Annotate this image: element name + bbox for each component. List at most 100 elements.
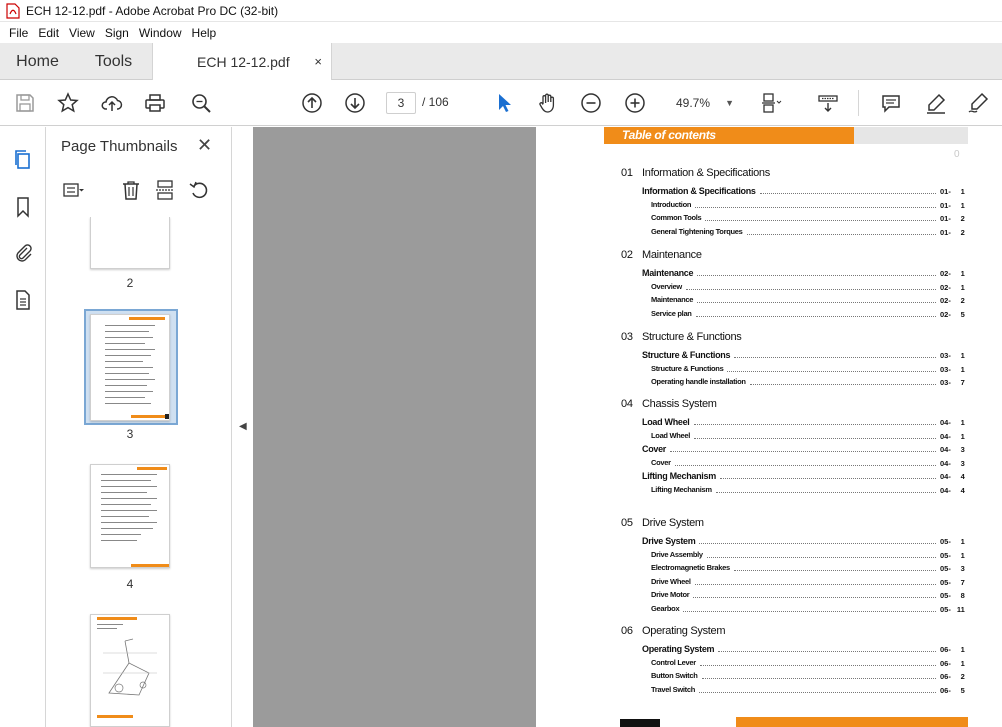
page-thumbnails-icon[interactable] <box>10 147 36 173</box>
rotate-page-icon[interactable] <box>186 177 212 203</box>
highlight-pen-icon[interactable] <box>923 90 949 116</box>
page-display-icon[interactable] <box>758 90 784 116</box>
zoom-level-select[interactable]: 49.7% ▼ <box>664 92 742 114</box>
extract-pages-icon[interactable] <box>152 177 178 203</box>
toc-entry[interactable]: Operating System <box>642 644 715 654</box>
toc-section-number: 02 <box>621 249 633 261</box>
toc-page-chapter: 01- <box>940 187 951 196</box>
menu-edit[interactable]: Edit <box>33 26 64 40</box>
toc-subentry[interactable]: Drive Wheel <box>651 577 691 586</box>
attachment-icon[interactable] <box>10 239 36 265</box>
menu-sign[interactable]: Sign <box>100 26 134 40</box>
close-tab-icon[interactable]: × <box>314 54 322 69</box>
cloud-upload-icon[interactable] <box>99 90 125 116</box>
toc-entry[interactable]: Lifting Mechanism <box>642 471 716 481</box>
toc-leader-dots <box>694 433 936 439</box>
toc-subentry[interactable]: Load Wheel <box>651 431 690 440</box>
tab-tools[interactable]: Tools <box>75 43 152 80</box>
document-viewport[interactable]: Table of contents 0 01 Information & Spec… <box>253 127 1002 727</box>
search-zoom-icon[interactable] <box>188 90 214 116</box>
toc-section-heading[interactable]: 01 Information & Specifications <box>621 167 770 179</box>
close-panel-icon[interactable]: ✕ <box>197 135 212 156</box>
select-cursor-icon[interactable] <box>491 90 517 116</box>
toc-section-heading[interactable]: 06 Operating System <box>621 625 726 637</box>
toc-subentry[interactable]: Maintenance <box>651 295 693 304</box>
toc-subentry[interactable]: Service plan <box>651 309 692 318</box>
toc-page-number: 03- 1 <box>940 351 965 360</box>
comment-icon[interactable] <box>878 90 904 116</box>
collapse-left-arrow-icon[interactable]: ◀ <box>239 421 247 432</box>
toc-entry[interactable]: Maintenance <box>642 268 694 278</box>
toc-subentry[interactable]: Drive Motor <box>651 590 690 599</box>
delete-page-icon[interactable] <box>118 177 144 203</box>
toc-subentry[interactable]: General Tightening Torques <box>651 227 743 236</box>
zoom-in-icon[interactable] <box>622 90 648 116</box>
toc-entry[interactable]: Load Wheel <box>642 417 690 427</box>
toc-entry[interactable]: Drive System <box>642 536 696 546</box>
panel-tools <box>60 177 220 203</box>
next-page-icon[interactable] <box>342 90 368 116</box>
toc-leader-dots <box>694 579 936 585</box>
thumbnail-page-4[interactable] <box>90 464 170 568</box>
toolbar: 3 / 106 49.7% ▼ <box>0 80 1002 126</box>
zoom-out-icon[interactable] <box>578 90 604 116</box>
hand-tool-icon[interactable] <box>535 90 561 116</box>
toc-section-heading[interactable]: 04 Chassis System <box>621 398 717 410</box>
toc-page-chapter: 06- <box>940 645 951 654</box>
menu-view[interactable]: View <box>64 26 100 40</box>
toc-page-number: 04- 3 <box>940 459 965 468</box>
toc-subentry[interactable]: Introduction <box>651 200 691 209</box>
toc-page-number: 04- 1 <box>940 432 965 441</box>
toc-page-sub: 4 <box>960 486 965 495</box>
thumbnail-options-icon[interactable] <box>60 177 86 203</box>
toc-page-number: 01- 1 <box>940 201 965 210</box>
thumbnail-page-2[interactable] <box>90 217 170 269</box>
page-number-input[interactable]: 3 <box>386 92 416 114</box>
toc-page-number: 02- 1 <box>940 283 965 292</box>
toc-leader-dots <box>706 552 936 558</box>
toc-subentry[interactable]: Travel Switch <box>651 685 695 694</box>
toc-subentry[interactable]: Cover <box>651 458 671 467</box>
toc-subentry[interactable]: Electromagnetic Brakes <box>651 563 730 572</box>
toc-subentry[interactable]: Overview <box>651 282 682 291</box>
toc-subentry[interactable]: Button Switch <box>651 671 698 680</box>
sign-pen-icon[interactable] <box>965 90 991 116</box>
thumbnail-page-3[interactable] <box>90 314 170 421</box>
toc-page-chapter: 04- <box>940 486 951 495</box>
menu-window[interactable]: Window <box>134 26 187 40</box>
toc-page-number: 04- 4 <box>940 486 965 495</box>
toc-page-chapter: 05- <box>940 564 951 574</box>
previous-page-icon[interactable] <box>299 90 325 116</box>
toc-subentry[interactable]: Gearbox <box>651 604 680 613</box>
save-icon[interactable] <box>12 90 38 116</box>
star-icon[interactable] <box>55 90 81 116</box>
toc-entry[interactable]: Structure & Functions <box>642 350 731 360</box>
toc-subentry[interactable]: Lifting Mechanism <box>651 485 712 494</box>
document-layers-icon[interactable] <box>10 287 36 313</box>
toc-subentry[interactable]: Control Lever <box>651 658 696 667</box>
toc-section-number: 03 <box>621 331 633 343</box>
toc-subentry[interactable]: Structure & Functions <box>651 364 724 373</box>
read-mode-icon[interactable] <box>815 90 841 116</box>
toc-section-heading[interactable]: 05 Drive System <box>621 517 704 529</box>
thumbnail-page-5[interactable] <box>90 614 170 727</box>
print-icon[interactable] <box>142 90 168 116</box>
collapse-panel-handle[interactable]: ◀ <box>231 127 253 727</box>
tab-document[interactable]: ECH 12-12.pdf × <box>152 43 332 81</box>
toc-page-chapter: 02- <box>940 309 951 319</box>
title-bar: ECH 12-12.pdf - Adobe Acrobat Pro DC (32… <box>0 0 1002 22</box>
toc-subentry[interactable]: Operating handle installation <box>651 377 746 386</box>
toc-page-number: 02- 2 <box>940 296 965 305</box>
toc-leader-dots <box>695 202 936 208</box>
tab-home[interactable]: Home <box>0 43 75 80</box>
acrobat-pdf-icon <box>6 2 20 19</box>
toc-entry[interactable]: Cover <box>642 444 666 454</box>
toc-subentry[interactable]: Drive Assembly <box>651 550 703 559</box>
toc-subentry[interactable]: Common Tools <box>651 213 702 222</box>
menu-help[interactable]: Help <box>187 26 222 40</box>
toc-entry[interactable]: Information & Specifications <box>642 186 756 196</box>
toc-section-heading[interactable]: 02 Maintenance <box>621 249 702 261</box>
bookmark-icon[interactable] <box>10 194 36 220</box>
menu-file[interactable]: File <box>4 26 33 40</box>
toc-section-heading[interactable]: 03 Structure & Functions <box>621 331 742 343</box>
